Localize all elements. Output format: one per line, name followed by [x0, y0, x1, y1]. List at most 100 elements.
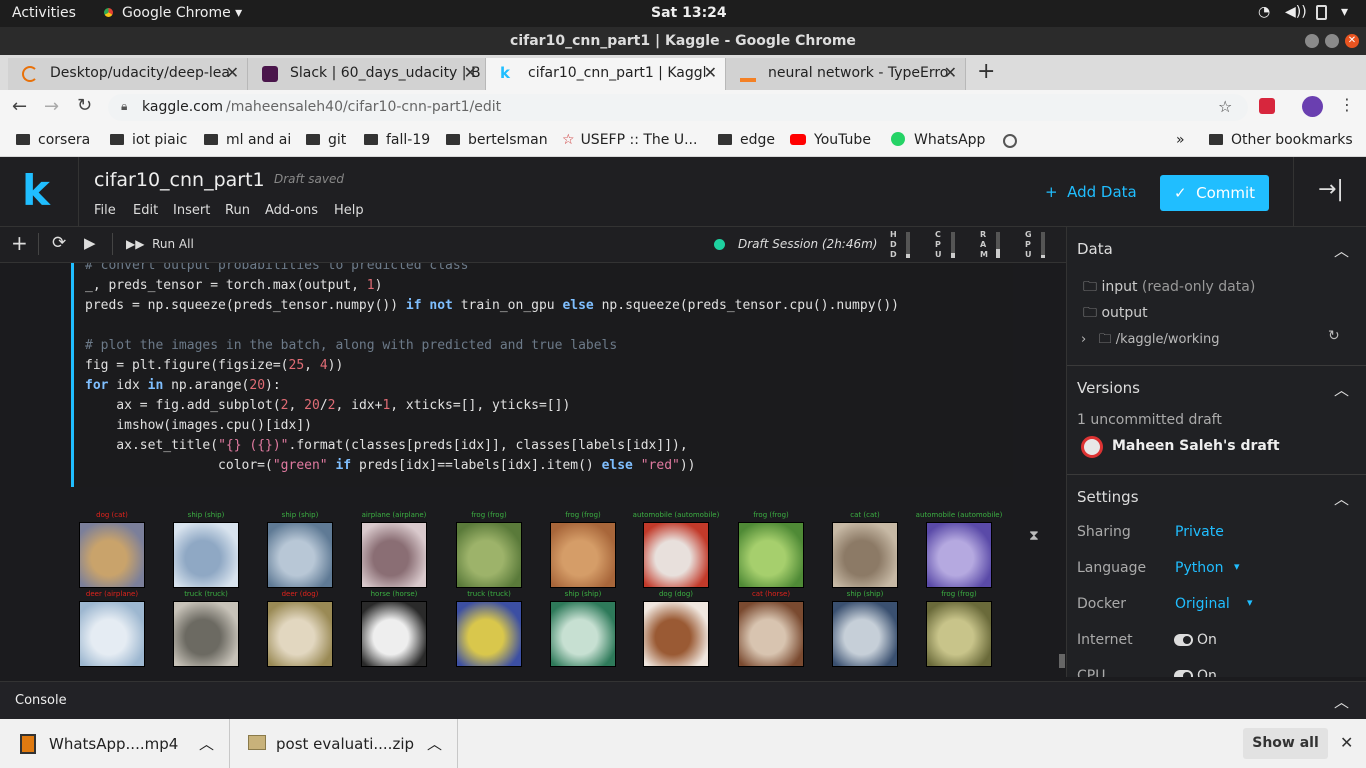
reload-icon[interactable]: ↻: [77, 95, 92, 116]
bookmark-iot-piaic[interactable]: iot piaic: [110, 132, 187, 148]
bookmark-edge[interactable]: edge: [718, 132, 775, 148]
bookmark-usefp[interactable]: ☆ USEFP :: The U...: [562, 132, 697, 148]
download-item[interactable]: WhatsApp....mp4 ︿: [0, 719, 230, 768]
refresh-icon[interactable]: ↻: [1328, 328, 1340, 344]
back-icon[interactable]: ←: [12, 96, 27, 117]
bookmark-git[interactable]: git: [306, 132, 346, 148]
battery-icon[interactable]: [1316, 5, 1327, 20]
kaggle-logo[interactable]: k: [22, 167, 50, 215]
tab-desktop-udacity[interactable]: Desktop/udacity/deep-lea ✕: [8, 58, 248, 90]
clock[interactable]: Sat 13:24: [651, 5, 727, 21]
chevron-up-icon[interactable]: ︿: [427, 733, 442, 754]
show-all-button[interactable]: Show all: [1243, 728, 1328, 759]
tab-stackoverflow[interactable]: neural network - TypeErro ✕: [726, 58, 966, 90]
resource-meter[interactable]: HDD: [890, 230, 920, 260]
setting-value[interactable]: Python: [1175, 560, 1224, 576]
right-sidebar: Data ︿ 🗀︎ input (read-only data) 🗀︎ outp…: [1066, 227, 1366, 677]
avatar[interactable]: [1302, 96, 1323, 117]
wifi-icon[interactable]: ◔: [1258, 4, 1270, 20]
bookmark-whatsapp[interactable]: WhatsApp: [891, 132, 985, 148]
chevron-up-icon[interactable]: ︿: [1334, 691, 1349, 712]
menu-run[interactable]: Run: [225, 203, 250, 218]
star-icon[interactable]: ☆: [1218, 97, 1232, 116]
download-filename: post evaluati....zip: [276, 735, 415, 753]
close-downloads-icon[interactable]: ✕: [1340, 733, 1353, 752]
forward-icon[interactable]: →: [44, 96, 59, 117]
bookmark-bertelsman[interactable]: bertelsman: [446, 132, 548, 148]
close-tab-icon[interactable]: ✕: [464, 58, 477, 88]
close-tab-icon[interactable]: ✕: [226, 58, 239, 88]
commit-button[interactable]: ✓ Commit: [1160, 175, 1269, 211]
bookmark-ml-and-ai[interactable]: ml and ai: [204, 132, 291, 148]
data-item-suffix: (read-only data): [1141, 279, 1256, 295]
menu-help[interactable]: Help: [334, 203, 364, 218]
chevron-up-icon[interactable]: ︿: [199, 733, 214, 754]
meter-track: [996, 232, 1000, 258]
close-tab-icon[interactable]: ✕: [944, 58, 957, 88]
chevron-up-icon[interactable]: ︿: [1334, 240, 1349, 261]
maximize-icon[interactable]: [1325, 34, 1339, 48]
setting-value[interactable]: Private: [1175, 524, 1224, 540]
new-tab-icon[interactable]: +: [977, 58, 995, 86]
chevron-up-icon[interactable]: ︿: [1334, 379, 1349, 400]
bookmarks-overflow[interactable]: »: [1176, 132, 1185, 148]
code-token: fig = plt.figure(figsize=(: [85, 358, 289, 373]
close-window-icon[interactable]: ✕: [1345, 34, 1359, 48]
settings-section-title[interactable]: Settings: [1077, 488, 1139, 506]
console-bar[interactable]: Console ︿: [0, 681, 1366, 719]
system-menu-icon[interactable]: ▾: [1341, 4, 1348, 20]
draft-name[interactable]: Maheen Saleh's draft: [1112, 438, 1280, 454]
versions-section-title[interactable]: Versions: [1077, 379, 1140, 397]
code-cell[interactable]: # convert output probabilities to predic…: [71, 263, 1013, 487]
add-cell-icon[interactable]: +: [11, 231, 28, 255]
notebook-title[interactable]: cifar10_cnn_part1: [94, 169, 265, 191]
menu-edit[interactable]: Edit: [133, 203, 158, 218]
menu-file[interactable]: File: [94, 203, 116, 218]
menu-add-ons[interactable]: Add-ons: [265, 203, 318, 218]
restart-icon[interactable]: ⟳: [52, 233, 66, 253]
tab-slack[interactable]: Slack | 60_days_udacity | B ✕: [248, 58, 486, 90]
bookmark-fall-19[interactable]: fall-19: [364, 132, 430, 148]
activities-button[interactable]: Activities: [12, 5, 76, 21]
globe-icon[interactable]: [1003, 134, 1017, 148]
collapse-sidebar-icon[interactable]: →|: [1318, 177, 1344, 202]
run-cell-icon[interactable]: ▶: [84, 234, 96, 252]
toggle-switch[interactable]: [1174, 634, 1193, 646]
resource-meter[interactable]: GPU: [1025, 230, 1055, 260]
session-status[interactable]: Draft Session (2h:46m): [738, 237, 877, 251]
chevron-up-icon[interactable]: ︿: [1334, 488, 1349, 509]
resource-meter[interactable]: CPU: [935, 230, 965, 260]
code-token: # plot the images in the batch, along wi…: [85, 338, 618, 353]
code-token: _, preds_tensor = torch.max(output,: [85, 278, 367, 293]
bookmark-label: iot piaic: [132, 132, 188, 148]
dropdown-caret-icon[interactable]: ▾: [1234, 560, 1240, 573]
data-item-input[interactable]: 🗀︎ input (read-only data): [1083, 276, 1255, 300]
bookmark-corsera[interactable]: corsera: [16, 132, 90, 148]
download-item[interactable]: post evaluati....zip ︿: [230, 719, 458, 768]
toggle-knob: [1183, 672, 1191, 677]
run-all-button[interactable]: ▶▶ Run All: [126, 237, 194, 251]
toggle-switch[interactable]: [1174, 670, 1193, 677]
add-data-button[interactable]: + Add Data: [1045, 183, 1137, 201]
menu-insert[interactable]: Insert: [173, 203, 210, 218]
bookmark-youtube[interactable]: YouTube: [790, 132, 871, 148]
extension-icon[interactable]: [1259, 98, 1275, 114]
scrollbar-thumb[interactable]: [1059, 654, 1065, 668]
tab-kaggle[interactable]: k cifar10_cnn_part1 | Kaggl ✕: [486, 58, 726, 90]
other-bookmarks[interactable]: Other bookmarks: [1209, 132, 1353, 148]
data-item-output[interactable]: 🗀︎ output: [1083, 302, 1148, 326]
collapse-output-icon[interactable]: ⧗: [1029, 528, 1039, 544]
browser-toolbar: ← → ↻ 🔒︎ kaggle.com /maheensaleh40/cifar…: [0, 90, 1366, 125]
code-line: ax = fig.add_subplot(2, 20/2, idx+1, xti…: [85, 398, 570, 413]
setting-value[interactable]: Original: [1175, 596, 1230, 612]
menu-kebab-icon[interactable]: ⋮: [1339, 95, 1355, 114]
resource-meter[interactable]: RAM: [980, 230, 1010, 260]
close-tab-icon[interactable]: ✕: [704, 58, 717, 88]
volume-icon[interactable]: ◀)): [1285, 4, 1307, 20]
minimize-icon[interactable]: [1305, 34, 1319, 48]
address-bar[interactable]: 🔒︎ kaggle.com /maheensaleh40/cifar10-cnn…: [108, 94, 1248, 121]
data-item-working[interactable]: › 🗀︎ /kaggle/working: [1081, 330, 1219, 352]
app-menu[interactable]: Google Chrome ▾: [122, 5, 242, 21]
dropdown-caret-icon[interactable]: ▾: [1247, 596, 1253, 609]
data-section-title[interactable]: Data: [1077, 240, 1113, 258]
